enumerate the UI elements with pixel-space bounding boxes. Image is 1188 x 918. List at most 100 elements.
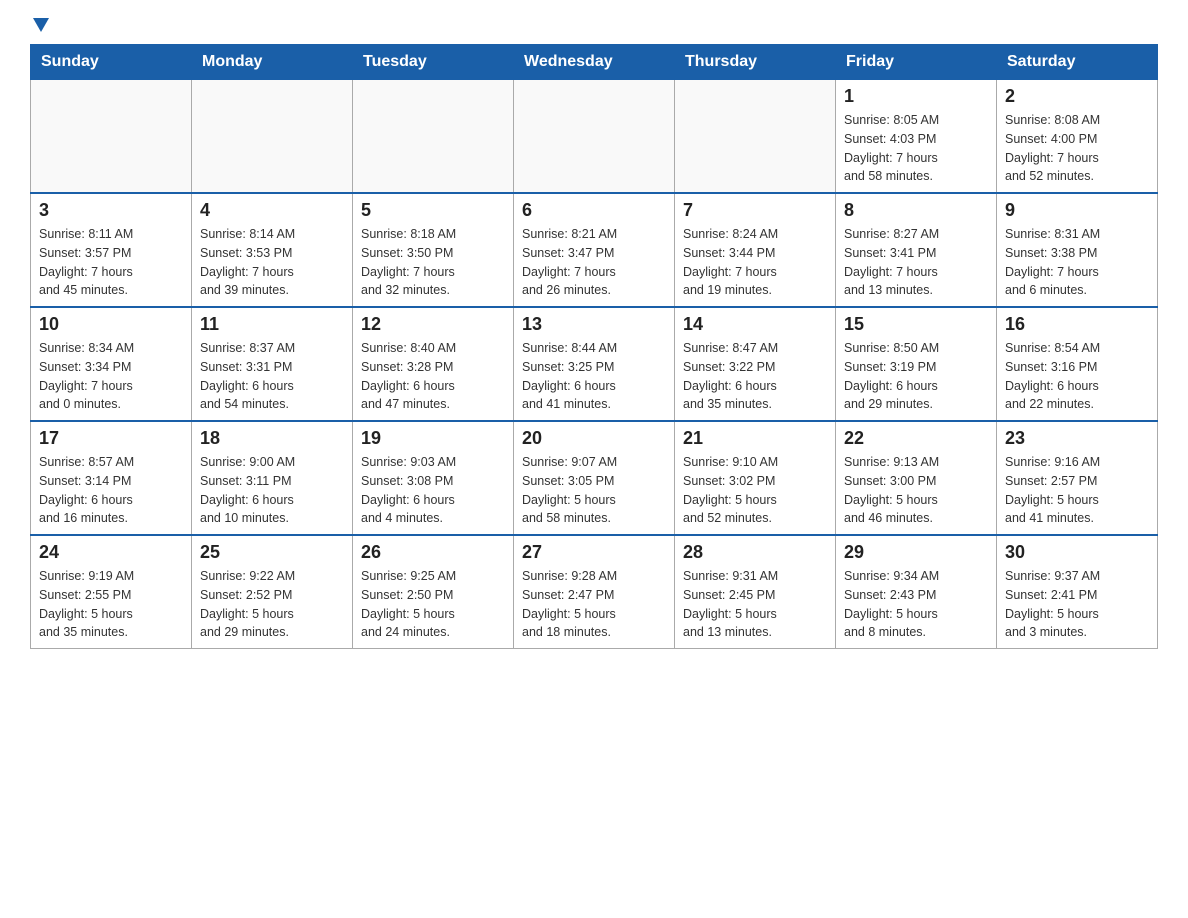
calendar-day-cell: 25Sunrise: 9:22 AM Sunset: 2:52 PM Dayli… [192, 535, 353, 649]
day-number: 3 [39, 200, 183, 221]
calendar-day-cell: 27 Sunrise: 9:28 AM Sunset: 2:47 PM Dayli… [514, 535, 675, 649]
day-number: 12 [361, 314, 505, 335]
calendar-day-cell: 8 Sunrise: 8:27 AM Sunset: 3:41 PM Daylig… [836, 193, 997, 307]
day-number: 7 [683, 200, 827, 221]
weekday-header-tuesday: Tuesday [353, 45, 514, 80]
calendar-day-cell: 3 Sunrise: 8:11 AM Sunset: 3:57 PM Daylig… [31, 193, 192, 307]
day-number: 14 [683, 314, 827, 335]
weekday-header-wednesday: Wednesday [514, 45, 675, 80]
calendar-day-cell: 12 Sunrise: 8:40 AM Sunset: 3:28 PM Dayli… [353, 307, 514, 421]
calendar-day-cell: 7 Sunrise: 8:24 AM Sunset: 3:44 PM Daylig… [675, 193, 836, 307]
calendar-day-cell: 30 Sunrise: 9:37 AM Sunset: 2:41 PM Dayli… [997, 535, 1158, 649]
day-info: Sunrise: 8:27 AM Sunset: 3:41 PM Dayligh… [844, 225, 988, 300]
calendar-day-cell: 20Sunrise: 9:07 AM Sunset: 3:05 PM Dayli… [514, 421, 675, 535]
calendar-header-row: SundayMondayTuesdayWednesdayThursdayFrid… [31, 45, 1158, 80]
day-number: 6 [522, 200, 666, 221]
day-number: 16 [1005, 314, 1149, 335]
calendar-day-cell: 23 Sunrise: 9:16 AM Sunset: 2:57 PM Dayli… [997, 421, 1158, 535]
day-info: Sunrise: 8:21 AM Sunset: 3:47 PM Dayligh… [522, 225, 666, 300]
day-number: 22 [844, 428, 988, 449]
day-info: Sunrise: 9:28 AM Sunset: 2:47 PM Dayligh… [522, 567, 666, 642]
day-info: Sunrise: 8:11 AM Sunset: 3:57 PM Dayligh… [39, 225, 183, 300]
day-info: Sunrise: 9:00 AM Sunset: 3:11 PM Dayligh… [200, 453, 344, 528]
day-info: Sunrise: 8:44 AM Sunset: 3:25 PM Dayligh… [522, 339, 666, 414]
day-info: Sunrise: 9:34 AM Sunset: 2:43 PM Dayligh… [844, 567, 988, 642]
page-header [30, 20, 1158, 34]
day-info: Sunrise: 8:14 AM Sunset: 3:53 PM Dayligh… [200, 225, 344, 300]
day-number: 29 [844, 542, 988, 563]
day-info: Sunrise: 9:25 AM Sunset: 2:50 PM Dayligh… [361, 567, 505, 642]
calendar-day-cell: 24 Sunrise: 9:19 AM Sunset: 2:55 PM Dayli… [31, 535, 192, 649]
day-number: 30 [1005, 542, 1149, 563]
day-number: 20 [522, 428, 666, 449]
day-info: Sunrise: 9:16 AM Sunset: 2:57 PM Dayligh… [1005, 453, 1149, 528]
logo [30, 20, 49, 34]
calendar-day-cell: 14 Sunrise: 8:47 AM Sunset: 3:22 PM Dayli… [675, 307, 836, 421]
day-info: Sunrise: 8:18 AM Sunset: 3:50 PM Dayligh… [361, 225, 505, 300]
day-number: 19 [361, 428, 505, 449]
day-number: 1 [844, 86, 988, 107]
day-number: 11 [200, 314, 344, 335]
day-info: Sunrise: 8:08 AM Sunset: 4:00 PM Dayligh… [1005, 111, 1149, 186]
day-number: 9 [1005, 200, 1149, 221]
day-info: Sunrise: 9:10 AM Sunset: 3:02 PM Dayligh… [683, 453, 827, 528]
day-info: Sunrise: 9:37 AM Sunset: 2:41 PM Dayligh… [1005, 567, 1149, 642]
day-number: 21 [683, 428, 827, 449]
day-info: Sunrise: 9:22 AM Sunset: 2:52 PM Dayligh… [200, 567, 344, 642]
calendar-day-cell [31, 80, 192, 194]
calendar-day-cell: 22 Sunrise: 9:13 AM Sunset: 3:00 PM Dayli… [836, 421, 997, 535]
day-number: 4 [200, 200, 344, 221]
day-number: 27 [522, 542, 666, 563]
day-info: Sunrise: 8:37 AM Sunset: 3:31 PM Dayligh… [200, 339, 344, 414]
calendar-day-cell [353, 80, 514, 194]
day-info: Sunrise: 8:24 AM Sunset: 3:44 PM Dayligh… [683, 225, 827, 300]
day-info: Sunrise: 8:40 AM Sunset: 3:28 PM Dayligh… [361, 339, 505, 414]
weekday-header-saturday: Saturday [997, 45, 1158, 80]
day-info: Sunrise: 8:57 AM Sunset: 3:14 PM Dayligh… [39, 453, 183, 528]
day-number: 8 [844, 200, 988, 221]
calendar-day-cell: 15 Sunrise: 8:50 AM Sunset: 3:19 PM Dayli… [836, 307, 997, 421]
logo-triangle-icon [33, 18, 49, 32]
day-number: 17 [39, 428, 183, 449]
day-info: Sunrise: 8:47 AM Sunset: 3:22 PM Dayligh… [683, 339, 827, 414]
day-info: Sunrise: 8:50 AM Sunset: 3:19 PM Dayligh… [844, 339, 988, 414]
calendar-week-row: 1 Sunrise: 8:05 AM Sunset: 4:03 PM Daylig… [31, 80, 1158, 194]
day-info: Sunrise: 8:54 AM Sunset: 3:16 PM Dayligh… [1005, 339, 1149, 414]
calendar-day-cell: 1 Sunrise: 8:05 AM Sunset: 4:03 PM Daylig… [836, 80, 997, 194]
day-info: Sunrise: 8:31 AM Sunset: 3:38 PM Dayligh… [1005, 225, 1149, 300]
day-number: 10 [39, 314, 183, 335]
calendar-day-cell: 18 Sunrise: 9:00 AM Sunset: 3:11 PM Dayli… [192, 421, 353, 535]
calendar-day-cell: 13 Sunrise: 8:44 AM Sunset: 3:25 PM Dayli… [514, 307, 675, 421]
calendar-day-cell: 28 Sunrise: 9:31 AM Sunset: 2:45 PM Dayli… [675, 535, 836, 649]
calendar-day-cell: 10Sunrise: 8:34 AM Sunset: 3:34 PM Dayli… [31, 307, 192, 421]
calendar-day-cell: 17 Sunrise: 8:57 AM Sunset: 3:14 PM Dayli… [31, 421, 192, 535]
weekday-header-monday: Monday [192, 45, 353, 80]
day-info: Sunrise: 9:19 AM Sunset: 2:55 PM Dayligh… [39, 567, 183, 642]
calendar-day-cell: 4 Sunrise: 8:14 AM Sunset: 3:53 PM Daylig… [192, 193, 353, 307]
day-number: 15 [844, 314, 988, 335]
day-info: Sunrise: 9:13 AM Sunset: 3:00 PM Dayligh… [844, 453, 988, 528]
calendar-week-row: 24 Sunrise: 9:19 AM Sunset: 2:55 PM Dayli… [31, 535, 1158, 649]
calendar-day-cell: 5 Sunrise: 8:18 AM Sunset: 3:50 PM Daylig… [353, 193, 514, 307]
day-number: 18 [200, 428, 344, 449]
day-info: Sunrise: 8:05 AM Sunset: 4:03 PM Dayligh… [844, 111, 988, 186]
calendar-day-cell [514, 80, 675, 194]
calendar-day-cell: 26Sunrise: 9:25 AM Sunset: 2:50 PM Dayli… [353, 535, 514, 649]
day-number: 28 [683, 542, 827, 563]
calendar-day-cell: 2Sunrise: 8:08 AM Sunset: 4:00 PM Daylig… [997, 80, 1158, 194]
calendar-week-row: 17 Sunrise: 8:57 AM Sunset: 3:14 PM Dayli… [31, 421, 1158, 535]
calendar-day-cell: 11 Sunrise: 8:37 AM Sunset: 3:31 PM Dayli… [192, 307, 353, 421]
calendar-day-cell: 16 Sunrise: 8:54 AM Sunset: 3:16 PM Dayli… [997, 307, 1158, 421]
day-number: 5 [361, 200, 505, 221]
day-info: Sunrise: 9:03 AM Sunset: 3:08 PM Dayligh… [361, 453, 505, 528]
calendar-day-cell: 19 Sunrise: 9:03 AM Sunset: 3:08 PM Dayli… [353, 421, 514, 535]
day-number: 13 [522, 314, 666, 335]
day-number: 24 [39, 542, 183, 563]
day-info: Sunrise: 9:31 AM Sunset: 2:45 PM Dayligh… [683, 567, 827, 642]
weekday-header-thursday: Thursday [675, 45, 836, 80]
calendar-week-row: 10Sunrise: 8:34 AM Sunset: 3:34 PM Dayli… [31, 307, 1158, 421]
calendar-day-cell [675, 80, 836, 194]
day-number: 23 [1005, 428, 1149, 449]
weekday-header-sunday: Sunday [31, 45, 192, 80]
calendar-day-cell: 21 Sunrise: 9:10 AM Sunset: 3:02 PM Dayli… [675, 421, 836, 535]
